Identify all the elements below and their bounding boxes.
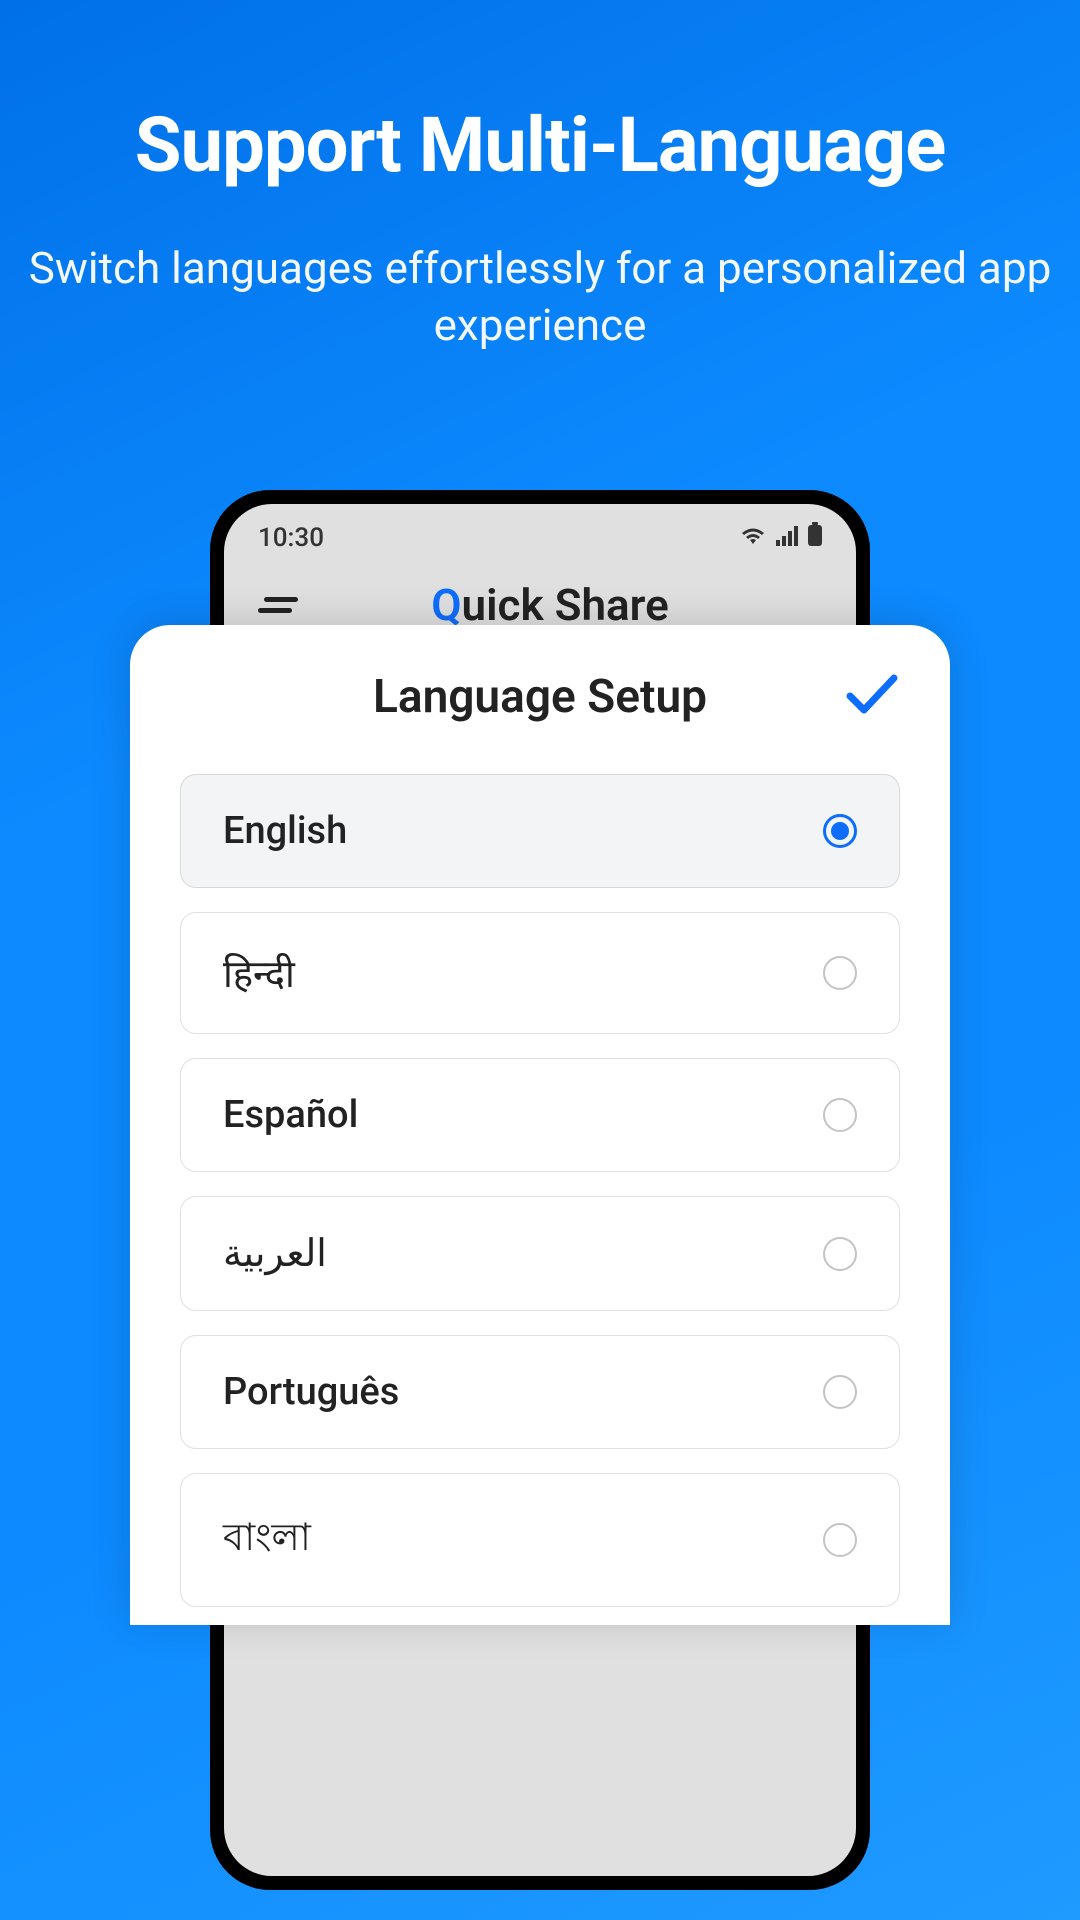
- hero-section: Support Multi-Language Switch languages …: [0, 0, 1080, 354]
- language-item-portuguese[interactable]: Português: [180, 1335, 900, 1449]
- language-label: English: [223, 809, 347, 853]
- battery-icon: [808, 522, 822, 553]
- hero-title: Support Multi-Language: [0, 100, 1080, 190]
- confirm-check-icon[interactable]: [844, 672, 900, 720]
- language-label: Português: [223, 1370, 399, 1414]
- language-item-english[interactable]: English: [180, 774, 900, 888]
- app-title-rest: uick Share: [462, 579, 669, 631]
- status-time: 10:30: [258, 523, 324, 553]
- app-title: Quick Share: [278, 579, 822, 631]
- radio-unselected-icon: [823, 1237, 857, 1271]
- radio-unselected-icon: [823, 1523, 857, 1557]
- language-item-hindi[interactable]: हिन्दी: [180, 912, 900, 1034]
- wifi-icon: [740, 523, 766, 553]
- radio-unselected-icon: [823, 1098, 857, 1132]
- language-sheet: Language Setup English हिन्दी Español ال…: [130, 625, 950, 1625]
- language-label: العربية: [223, 1231, 327, 1276]
- status-bar: 10:30: [224, 504, 856, 561]
- app-title-accent: Q: [431, 579, 461, 631]
- language-label: हिन्दी: [223, 947, 295, 999]
- language-item-bengali[interactable]: বাংলা: [180, 1473, 900, 1607]
- radio-unselected-icon: [823, 1375, 857, 1409]
- language-item-arabic[interactable]: العربية: [180, 1196, 900, 1311]
- sheet-title: Language Setup: [373, 670, 707, 724]
- language-label: Español: [223, 1093, 358, 1137]
- radio-unselected-icon: [823, 956, 857, 990]
- language-label: বাংলা: [223, 1508, 311, 1572]
- sheet-header: Language Setup: [180, 670, 900, 724]
- radio-selected-icon: [823, 814, 857, 848]
- signal-icon: [776, 523, 798, 553]
- language-item-spanish[interactable]: Español: [180, 1058, 900, 1172]
- status-icons: [740, 522, 822, 553]
- hero-subtitle: Switch languages effortlessly for a pers…: [0, 240, 1080, 354]
